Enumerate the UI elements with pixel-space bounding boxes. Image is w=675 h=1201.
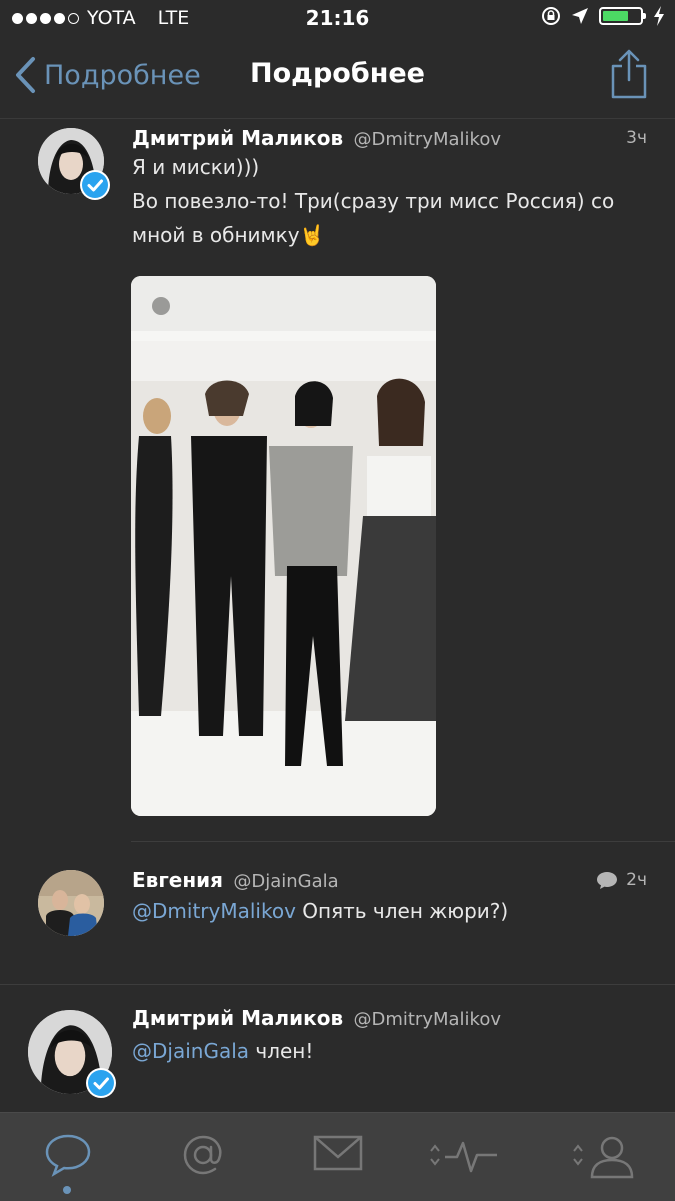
tweet-text: Я и миски))) Во повезло-то! Три(сразу тр…: [132, 150, 652, 252]
tweet-header: Дмитрий Маликов @DmitryMalikov: [132, 1006, 501, 1030]
verified-badge-icon: [86, 1068, 116, 1098]
divider: [131, 841, 675, 842]
mention-link[interactable]: @DmitryMalikov: [132, 899, 296, 923]
avatar[interactable]: [38, 870, 104, 936]
tweet-reply[interactable]: Дмитрий Маликов @DmitryMalikov @DjainGal…: [0, 1000, 675, 1112]
tab-mentions[interactable]: [163, 1133, 243, 1183]
tweet-line-3: мной в обнимку🤘: [132, 223, 325, 247]
tweet-text: @DjainGala член!: [132, 1034, 652, 1068]
rotation-lock-icon: [542, 7, 560, 25]
status-bar: YOTA LTE 21:16: [0, 0, 675, 38]
tab-timeline[interactable]: [28, 1133, 108, 1183]
tab-profile[interactable]: [565, 1133, 645, 1183]
tweet-line-1: Я и миски))): [132, 155, 260, 179]
tab-bar: [0, 1112, 675, 1201]
verified-badge-icon: [80, 170, 110, 200]
timeline-icon: [45, 1134, 91, 1177]
tweet-reply[interactable]: Евгения @DjainGala 2ч @DmitryMalikov Опя…: [0, 860, 675, 980]
tweet-time-label: 2ч: [626, 870, 647, 890]
back-button[interactable]: Подробнее: [14, 56, 201, 94]
mention-link[interactable]: @DjainGala: [132, 1039, 249, 1063]
conversation-icon[interactable]: [596, 870, 618, 890]
author-name[interactable]: Дмитрий Маликов: [132, 126, 343, 150]
battery-icon: [599, 7, 646, 25]
status-icons: [541, 6, 665, 26]
author-handle[interactable]: @DmitryMalikov: [353, 129, 501, 150]
author-name[interactable]: Дмитрий Маликов: [132, 1006, 343, 1030]
tweet-time-label: 3ч: [626, 128, 647, 148]
chevron-left-icon: [16, 57, 35, 93]
messages-icon: [313, 1135, 363, 1171]
location-icon: [572, 8, 588, 24]
profile-icon: [573, 1136, 634, 1179]
share-button[interactable]: [609, 48, 649, 104]
activity-icon: [430, 1141, 497, 1173]
tweet-time: 3ч: [626, 128, 647, 148]
tab-messages[interactable]: [298, 1133, 378, 1183]
tweet-header: Дмитрий Маликов @DmitryMalikov: [132, 126, 501, 150]
tweet-header: Евгения @DjainGala: [132, 868, 339, 892]
tweet-photo[interactable]: [131, 276, 436, 816]
active-tab-indicator: [63, 1186, 71, 1194]
tweet-body: Опять член жюри?): [295, 899, 509, 923]
share-icon: [611, 49, 647, 99]
tweet-text: @DmitryMalikov Опять член жюри?): [132, 894, 652, 928]
divider: [0, 984, 675, 985]
tweet-line-2: Во повезло-то! Три(сразу три мисс Россия…: [132, 189, 615, 213]
charging-icon: [654, 6, 664, 26]
mentions-icon: [183, 1135, 222, 1175]
author-handle[interactable]: @DmitryMalikov: [353, 1009, 501, 1030]
tweet-time: 2ч: [596, 870, 647, 890]
tweet-body: член!: [249, 1039, 314, 1063]
navigation-bar: Подробнее Подробнее: [0, 38, 675, 119]
author-handle[interactable]: @DjainGala: [233, 871, 338, 892]
back-label: Подробнее: [44, 59, 201, 91]
author-name[interactable]: Евгения: [132, 868, 223, 892]
tab-activity[interactable]: [425, 1133, 505, 1183]
